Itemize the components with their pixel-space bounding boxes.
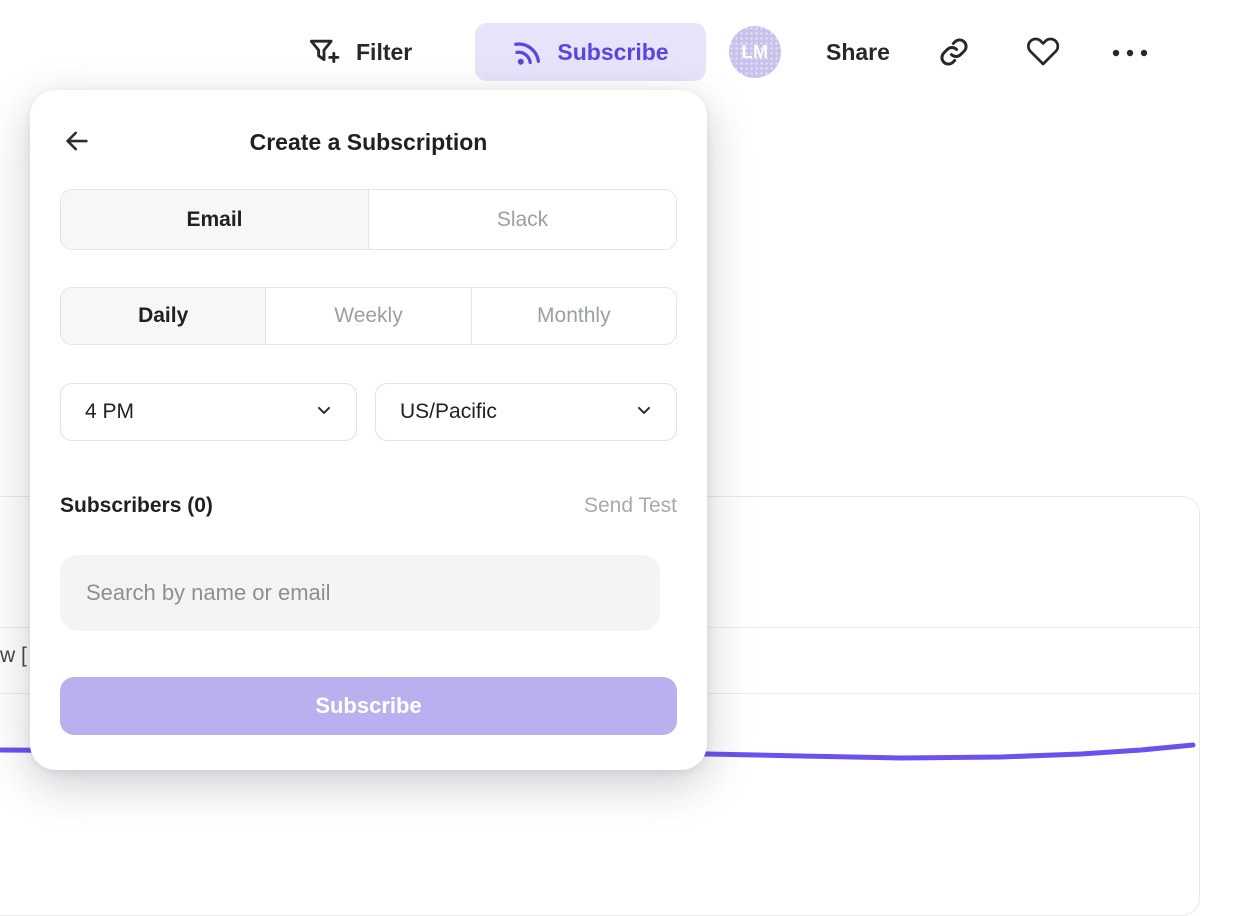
dialog-header: Create a Subscription xyxy=(60,127,677,157)
heart-icon xyxy=(1026,35,1062,71)
tab-monthly[interactable]: Monthly xyxy=(472,288,676,344)
rss-icon xyxy=(512,37,542,67)
more-options-button[interactable] xyxy=(1110,36,1150,70)
time-select-value: 4 PM xyxy=(85,400,134,424)
subscribe-toolbar-button[interactable]: Subscribe xyxy=(475,23,706,81)
timezone-select-value: US/Pacific xyxy=(400,400,497,424)
subscribers-row: Subscribers (0) Send Test xyxy=(60,494,677,518)
avatar-initials: LM xyxy=(742,42,769,63)
subscribers-count-label: Subscribers (0) xyxy=(60,494,213,518)
back-button[interactable] xyxy=(62,127,92,157)
subscribe-submit-button[interactable]: Subscribe xyxy=(60,677,677,735)
favorite-button[interactable] xyxy=(1025,34,1063,72)
timezone-select[interactable]: US/Pacific xyxy=(375,383,677,441)
subscribe-label: Subscribe xyxy=(557,39,668,66)
time-select[interactable]: 4 PM xyxy=(60,383,357,441)
chevron-down-icon xyxy=(634,400,654,425)
send-test-button[interactable]: Send Test xyxy=(584,494,677,518)
schedule-selects-row: 4 PM US/Pacific xyxy=(60,383,677,441)
tab-weekly[interactable]: Weekly xyxy=(266,288,471,344)
share-label: Share xyxy=(826,39,890,66)
ellipsis-icon xyxy=(1110,46,1150,60)
create-subscription-dialog: Create a Subscription Email Slack Daily … xyxy=(30,90,707,770)
tab-email[interactable]: Email xyxy=(61,190,369,249)
subscriber-search-input[interactable] xyxy=(60,555,660,631)
tab-daily[interactable]: Daily xyxy=(61,288,266,344)
avatar[interactable]: LM xyxy=(729,26,781,78)
copy-link-button[interactable] xyxy=(936,34,972,70)
dialog-title: Create a Subscription xyxy=(250,129,488,156)
chevron-down-icon xyxy=(314,400,334,425)
link-icon xyxy=(937,35,971,69)
filter-plus-icon xyxy=(305,33,343,71)
filter-button[interactable]: Filter xyxy=(305,30,412,74)
filter-label: Filter xyxy=(356,39,412,66)
tab-slack[interactable]: Slack xyxy=(369,190,676,249)
channel-tabs: Email Slack xyxy=(60,189,677,250)
share-button[interactable]: Share xyxy=(826,30,890,74)
clipped-row-text: w [ xyxy=(0,644,27,668)
frequency-tabs: Daily Weekly Monthly xyxy=(60,287,677,345)
back-arrow-icon xyxy=(62,126,92,159)
toolbar: Filter Subscribe LM Share xyxy=(0,0,1234,104)
